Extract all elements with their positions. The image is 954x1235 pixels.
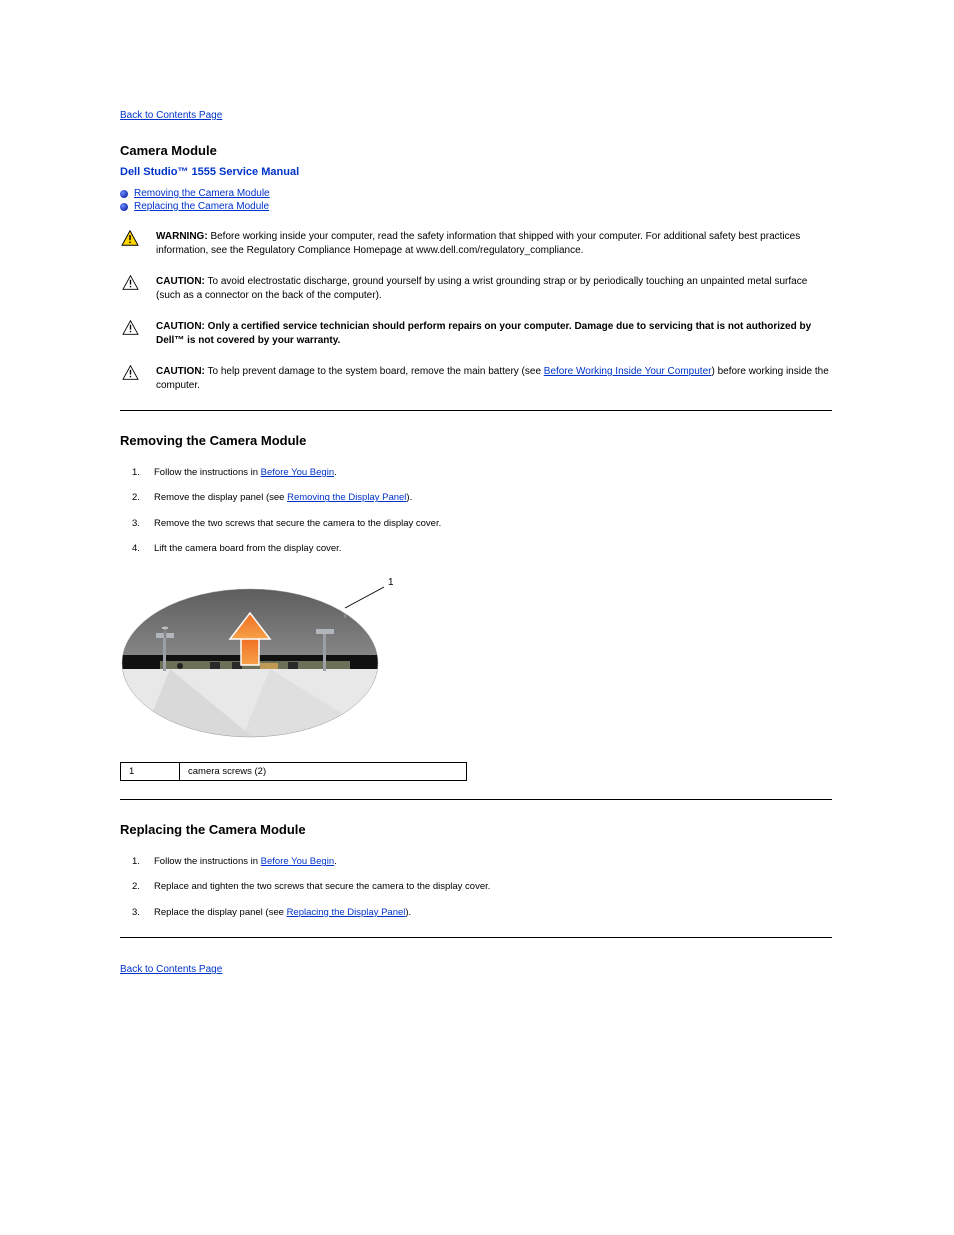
divider — [120, 799, 832, 800]
caution-label: CAUTION: — [156, 321, 205, 332]
figure-camera-removal: 1 — [120, 573, 420, 748]
list-item: Follow the instructions in Before You Be… — [120, 855, 954, 868]
caution-icon — [120, 275, 140, 293]
back-to-contents-bottom[interactable]: Back to Contents Page — [120, 964, 222, 975]
caution-icon — [120, 320, 140, 338]
caution-icon — [120, 365, 140, 383]
caution-label: CAUTION: — [156, 366, 205, 377]
caution-label: CAUTION: — [156, 276, 205, 287]
toc-list: Removing the Camera Module Replacing the… — [120, 188, 954, 212]
bullet-icon — [120, 190, 128, 198]
caution-cert-text: CAUTION: Only a certified service techni… — [156, 320, 832, 347]
replace-display-panel-link[interactable]: Replacing the Display Panel — [287, 907, 406, 918]
before-begin-link[interactable]: Before You Begin — [261, 856, 334, 867]
before-working-link[interactable]: Before Working Inside Your Computer — [544, 366, 712, 377]
back-to-contents-top[interactable]: Back to Contents Page — [120, 110, 222, 121]
remove-heading: Removing the Camera Module — [120, 433, 954, 448]
caution-esd-text: CAUTION: To avoid electrostatic discharg… — [156, 275, 832, 302]
divider — [120, 937, 832, 938]
replace-heading: Replacing the Camera Module — [120, 822, 954, 837]
warning-label: WARNING: — [156, 231, 208, 242]
toc-item: Replacing the Camera Module — [120, 201, 954, 212]
caution-battery-text: CAUTION: To help prevent damage to the s… — [156, 365, 832, 392]
warning-icon — [120, 230, 140, 249]
toc-link-remove[interactable]: Removing the Camera Module — [134, 188, 270, 199]
list-item: Replace the display panel (see Replacing… — [120, 906, 954, 919]
toc-item: Removing the Camera Module — [120, 188, 954, 199]
list-item: Remove the display panel (see Removing t… — [120, 491, 954, 504]
callout-text-cell: camera screws (2) — [180, 763, 467, 781]
list-item: Follow the instructions in Before You Be… — [120, 466, 954, 479]
divider — [120, 410, 832, 411]
warning-text: WARNING: Before working inside your comp… — [156, 230, 832, 257]
list-item: Replace and tighten the two screws that … — [120, 880, 954, 893]
before-begin-link[interactable]: Before You Begin — [261, 467, 334, 478]
module-title: Camera Module — [120, 143, 217, 158]
replace-steps: Follow the instructions in Before You Be… — [120, 855, 954, 919]
warning-notice: WARNING: Before working inside your comp… — [120, 230, 832, 257]
callout-table: 1 camera screws (2) — [120, 762, 467, 781]
remove-steps: Follow the instructions in Before You Be… — [120, 466, 954, 555]
toc-link-replace[interactable]: Replacing the Camera Module — [134, 201, 269, 212]
callout-number-cell: 1 — [121, 763, 180, 781]
bullet-icon — [120, 203, 128, 211]
caution-cert-notice: CAUTION: Only a certified service techni… — [120, 320, 832, 347]
figure-callout-1: 1 — [388, 577, 394, 588]
caution-esd-notice: CAUTION: To avoid electrostatic discharg… — [120, 275, 832, 302]
list-item: Lift the camera board from the display c… — [120, 542, 954, 555]
manual-title: Dell Studio™ 1555 Service Manual — [120, 166, 954, 178]
remove-display-panel-link[interactable]: Removing the Display Panel — [287, 492, 406, 503]
list-item: Remove the two screws that secure the ca… — [120, 517, 954, 530]
caution-battery-notice: CAUTION: To help prevent damage to the s… — [120, 365, 832, 392]
